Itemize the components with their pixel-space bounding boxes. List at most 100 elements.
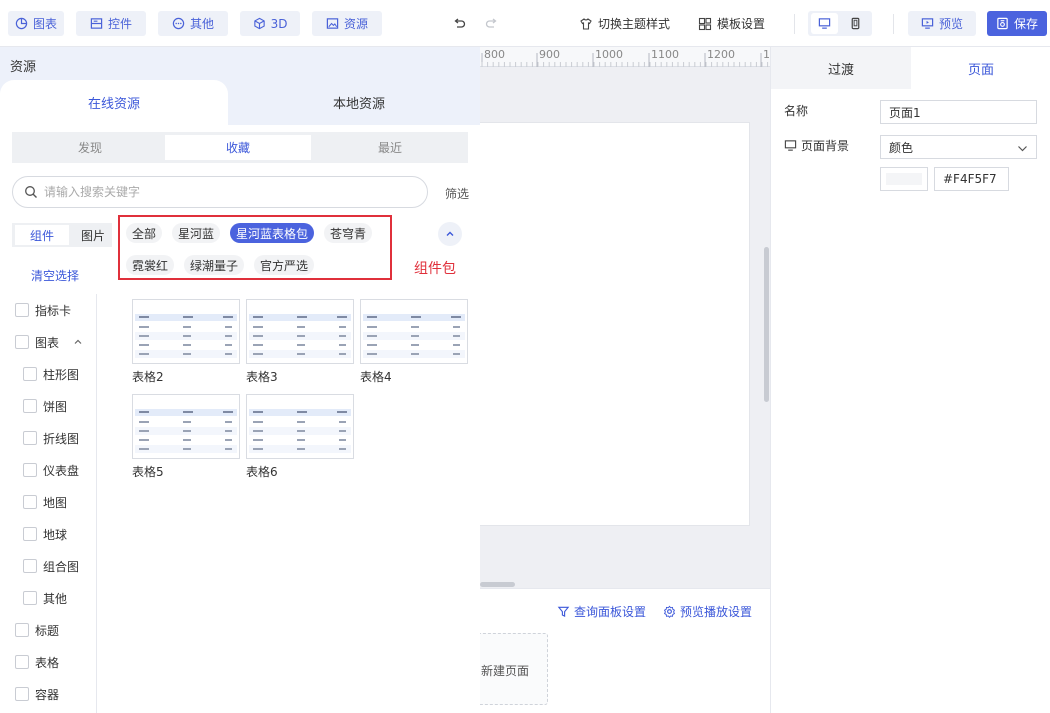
page-name-input[interactable]: 页面1 [880,100,1037,124]
component-card[interactable] [246,299,354,364]
checkbox[interactable] [23,591,37,605]
page-canvas[interactable] [480,122,750,526]
preview-play-settings-link[interactable]: 预览播放设置 [663,603,752,620]
horizontal-ruler: 800 900 1000 1100 1200 1 [480,47,770,67]
chevron-up-icon [446,231,454,236]
checkbox[interactable] [23,431,37,445]
tree-item-label: 地球 [43,527,68,542]
type-component[interactable]: 组件 [15,225,69,245]
tree-item-label: 图表 [35,335,60,350]
package-chip-label: 绿潮量子 [190,258,239,273]
page-background-label-text: 页面背景 [801,139,850,153]
clear-selection-link[interactable]: 清空选择 [31,267,79,284]
tree-item-table[interactable]: 表格 [15,652,59,672]
chart-button[interactable]: 图表 [8,11,64,36]
checkbox[interactable] [23,559,37,573]
seg-favorites[interactable]: 收藏 [165,135,311,160]
package-chip-xinghe-blue-table[interactable]: 星河蓝表格包 [230,223,315,243]
checkbox[interactable] [15,623,29,637]
seg-favorites-label: 收藏 [225,141,250,155]
control-button-label: 控件 [107,17,132,31]
checkbox[interactable] [23,527,37,541]
tab-transition[interactable]: 过渡 [771,47,911,89]
mobile-view-button[interactable] [842,13,869,34]
background-type-select[interactable]: 颜色 [880,135,1037,159]
tree-item-line-chart[interactable]: 折线图 [23,428,79,448]
vertical-scrollbar[interactable] [764,247,769,402]
tree-item-title[interactable]: 标题 [15,620,59,640]
tree-item-indicator-card[interactable]: 指标卡 [15,300,71,320]
checkbox[interactable] [23,367,37,381]
tree-item-container[interactable]: 容器 [15,684,59,704]
component-card[interactable] [360,299,468,364]
component-card-label: 表格6 [246,465,278,479]
checkbox[interactable] [23,399,37,413]
tab-local-resources[interactable]: 本地资源 [238,80,480,125]
package-chip-official-picks[interactable]: 官方严选 [254,255,315,275]
horizontal-scrollbar[interactable] [480,582,515,587]
tree-item-gauge[interactable]: 仪表盘 [23,460,79,480]
component-card[interactable] [132,299,240,364]
collapse-packages-button[interactable] [438,222,462,246]
save-label: 保存 [1013,17,1038,31]
tree-item-chart[interactable]: 图表 [15,332,83,352]
package-chip-lvchao-quantum[interactable]: 绿潮量子 [184,255,245,275]
other-button[interactable]: 其他 [158,11,228,36]
package-chip-cangqiong-cyan[interactable]: 苍穹青 [324,223,373,243]
filter-button[interactable]: 筛选 [445,185,469,202]
other-button-label: 其他 [189,17,214,31]
switch-theme-button[interactable]: 切换主题样式 [579,11,670,36]
save-icon [997,17,1008,30]
checkbox[interactable] [15,335,29,349]
checkbox[interactable] [15,655,29,669]
redo-button[interactable] [485,11,499,36]
component-card[interactable] [246,394,354,459]
tree-item-label: 柱形图 [43,367,80,382]
tab-page[interactable]: 页面 [911,47,1050,89]
component-card[interactable] [132,394,240,459]
tab-local-label: 本地资源 [332,97,385,112]
tree-item-pie-chart[interactable]: 饼图 [23,396,67,416]
undo-button[interactable] [452,11,466,36]
tree-item-bar-chart[interactable]: 柱形图 [23,364,79,384]
toolbar-divider [893,14,894,34]
background-color-swatch[interactable] [880,167,928,191]
search-icon [25,186,37,198]
page-name-value: 页面1 [889,105,921,120]
type-segment: 组件 图片 [12,223,112,247]
query-panel-settings-link[interactable]: 查询面板设置 [557,603,646,620]
desktop-view-button[interactable] [811,13,838,34]
background-color-input[interactable]: #F4F5F7 [934,167,1009,191]
package-selector-highlight: 全部 星河蓝 星河蓝表格包 苍穹青 霓裳红 绿潮量子 官方严选 [118,215,392,280]
template-settings-button[interactable]: 模板设置 [698,11,765,36]
three-d-button[interactable]: 3D [240,11,300,36]
checkbox[interactable] [23,463,37,477]
type-image[interactable]: 图片 [74,225,112,245]
tab-online-resources[interactable]: 在线资源 [0,80,228,125]
seg-recent[interactable]: 最近 [315,135,465,160]
search-input[interactable] [44,185,404,199]
tree-item-chart-other[interactable]: 其他 [23,588,67,608]
control-button[interactable]: 控件 [76,11,146,36]
tree-item-label: 容器 [35,687,60,702]
resource-button[interactable]: 资源 [312,11,382,36]
package-chip-xinghe-blue[interactable]: 星河蓝 [172,223,221,243]
device-toggle [808,11,872,36]
checkbox[interactable] [15,303,29,317]
tree-item-label: 标题 [35,623,60,638]
tree-item-combo-chart[interactable]: 组合图 [23,556,79,576]
chevron-up-icon[interactable] [73,337,83,347]
preview-button[interactable]: 预览 [908,11,976,36]
component-card-label: 表格3 [246,370,278,384]
package-chip-all[interactable]: 全部 [126,223,163,243]
package-chip-label: 霓裳红 [132,258,169,273]
checkbox[interactable] [23,495,37,509]
tree-item-map[interactable]: 地图 [23,492,67,512]
package-chip-nichang-red[interactable]: 霓裳红 [126,255,175,275]
checkbox[interactable] [15,687,29,701]
seg-discover[interactable]: 发现 [15,135,165,160]
ruler-tick: 1000 [595,48,623,61]
save-button[interactable]: 保存 [987,11,1047,36]
toolbar-divider [794,14,795,34]
tree-item-globe[interactable]: 地球 [23,524,67,544]
